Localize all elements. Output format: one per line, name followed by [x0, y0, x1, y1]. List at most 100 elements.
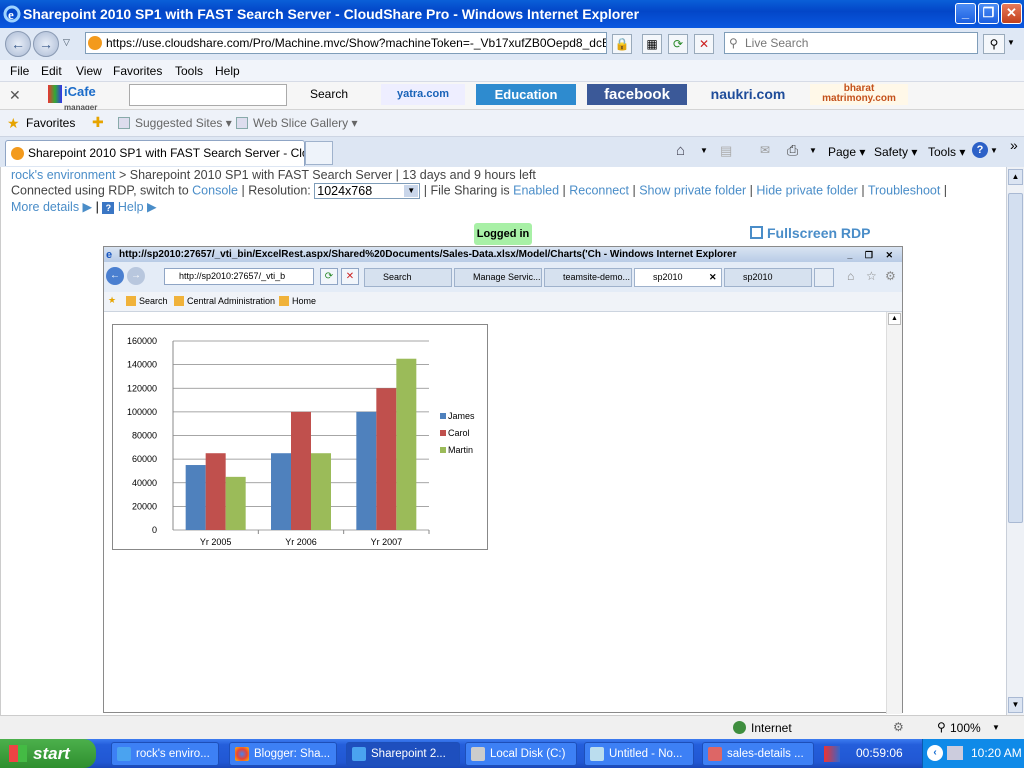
zoom-level[interactable]: 100%	[950, 721, 981, 735]
search-options-icon[interactable]: ▼	[1007, 38, 1015, 47]
reconnect-link[interactable]: Reconnect	[569, 183, 629, 197]
rdp-tab-search[interactable]: Search	[364, 268, 452, 287]
address-toolbar: ← → ▽ https://use.cloudshare.com/Pro/Mac…	[0, 28, 1024, 60]
rdp-fav-icon	[126, 296, 136, 306]
menu-view[interactable]: View	[76, 64, 102, 78]
rdp-window-controls[interactable]: _ ❐ ✕	[847, 248, 898, 263]
network-icon[interactable]	[947, 746, 963, 760]
search-go-icon[interactable]: ⚲	[983, 34, 1005, 54]
resolution-select[interactable]: 1024x768	[314, 183, 421, 199]
toolbar-search-button[interactable]: Search	[310, 87, 348, 101]
yatra-link[interactable]: yatra.com	[381, 84, 465, 105]
console-link[interactable]: Console	[192, 183, 238, 197]
page-menu[interactable]: Page ▾	[828, 145, 865, 159]
tab-active[interactable]: Sharepoint 2010 SP1 with FAST Search Ser…	[5, 140, 305, 166]
home-icon[interactable]: ⌂	[676, 142, 685, 159]
start-button[interactable]: start	[0, 739, 96, 768]
safety-menu[interactable]: Safety ▾	[874, 145, 917, 159]
rdp-fav-search[interactable]: Search	[139, 296, 168, 306]
task-sharepoint[interactable]: Sharepoint 2...	[346, 742, 460, 766]
more-commands-icon[interactable]: »	[1010, 137, 1018, 153]
bar-james	[356, 411, 377, 530]
address-input[interactable]: https://use.cloudshare.com/Pro/Machine.m…	[85, 32, 607, 54]
toolbar-close-icon[interactable]: ✕	[9, 87, 21, 104]
rdp-back-button[interactable]: ←	[106, 267, 124, 285]
help-icon[interactable]: ?	[972, 142, 988, 158]
tools-menu[interactable]: Tools ▾	[928, 145, 965, 159]
troubleshoot-link[interactable]: Troubleshoot	[868, 183, 941, 197]
menu-file[interactable]: File	[10, 64, 29, 78]
favorites-button[interactable]: Favorites	[26, 116, 75, 130]
suggested-sites-link[interactable]: Suggested Sites ▾	[135, 116, 232, 130]
education-link[interactable]: Education	[476, 84, 576, 105]
rdp-refresh-icon[interactable]: ⟳	[320, 268, 338, 285]
task-local-disk[interactable]: Local Disk (C:)	[465, 742, 577, 766]
help-link[interactable]: Help ▶	[118, 200, 157, 214]
recent-pages-icon[interactable]: ▽	[63, 37, 70, 48]
naukri-link[interactable]: naukri.com	[697, 84, 799, 105]
minimize-button[interactable]: _	[955, 3, 976, 24]
show-private-folder-link[interactable]: Show private folder	[639, 183, 746, 197]
rdp-tab-manage-services[interactable]: Manage Servic...	[454, 268, 542, 287]
task-sales-details[interactable]: sales-details ...	[702, 742, 814, 766]
add-favorite-icon[interactable]: ✚	[92, 114, 104, 131]
rdp-gear-icon[interactable]: ⚙	[885, 269, 896, 283]
rdp-address-input[interactable]: http://sp2010:27657/_vti_b	[164, 268, 314, 285]
lock-icon[interactable]: 🔒	[612, 34, 632, 54]
more-details-link[interactable]: More details ▶	[11, 200, 92, 214]
web-slice-gallery-link[interactable]: Web Slice Gallery ▾	[253, 116, 358, 130]
toolbar-search-input[interactable]	[129, 84, 287, 106]
back-button[interactable]: ←	[5, 31, 31, 57]
rdp-fav-icon	[279, 296, 289, 306]
menu-help[interactable]: Help	[215, 64, 240, 78]
menu-edit[interactable]: Edit	[41, 64, 62, 78]
protected-mode-icon[interactable]: ⚙	[893, 720, 904, 734]
vertical-scrollbar[interactable]: ▲ ▼	[1006, 167, 1024, 715]
rdp-favorites-icon[interactable]: ☆	[866, 269, 877, 283]
forward-button[interactable]: →	[33, 31, 59, 57]
rdp-stop-icon[interactable]: ✕	[341, 268, 359, 285]
facebook-link[interactable]: facebook	[587, 84, 687, 105]
file-sharing-enabled-link[interactable]: Enabled	[513, 183, 559, 197]
rdp-home-icon[interactable]: ⌂	[847, 269, 854, 283]
compat-view-icon[interactable]: ▦	[642, 34, 662, 54]
rdp-session-window[interactable]: e http://sp2010:27657/_vti_bin/ExcelRest…	[103, 246, 903, 714]
rdp-star-icon: ★	[108, 295, 117, 305]
home-dropdown-icon[interactable]: ▼	[700, 146, 708, 155]
hide-private-folder-link[interactable]: Hide private folder	[756, 183, 857, 197]
rdp-new-tab-button[interactable]	[814, 268, 834, 287]
legend-label: Carol	[448, 428, 470, 438]
quick-launch-icon[interactable]	[824, 746, 840, 762]
menu-tools[interactable]: Tools	[175, 64, 203, 78]
rdp-tab-teamsite[interactable]: teamsite-demo...	[544, 268, 632, 287]
rdp-forward-button[interactable]: →	[127, 267, 145, 285]
environment-link[interactable]: rock's environment	[11, 168, 116, 182]
mail-icon[interactable]: ✉	[760, 143, 770, 157]
refresh-icon[interactable]: ⟳	[668, 34, 688, 54]
rdp-fav-home[interactable]: Home	[292, 296, 316, 306]
title-bar: e Sharepoint 2010 SP1 with FAST Search S…	[0, 0, 1024, 28]
logged-in-badge: Logged in	[474, 223, 532, 245]
menu-favorites[interactable]: Favorites	[113, 64, 162, 78]
print-icon[interactable]: ⎙	[787, 142, 798, 159]
maximize-button[interactable]: ❐	[978, 3, 999, 24]
fullscreen-rdp-link[interactable]: Fullscreen RDP	[750, 225, 870, 241]
rdp-tab-close-icon[interactable]: ✕	[709, 272, 717, 283]
task-rocks-environment[interactable]: rock's enviro...	[111, 742, 219, 766]
feeds-icon[interactable]: ▤	[720, 143, 732, 159]
rdp-scrollbar[interactable]: ▲	[886, 312, 902, 714]
new-tab-button[interactable]	[305, 141, 333, 165]
rdp-tab-sp2010[interactable]: sp2010	[724, 268, 812, 287]
stop-icon[interactable]: ✕	[694, 34, 714, 54]
task-notepad[interactable]: Untitled - No...	[584, 742, 694, 766]
task-blogger[interactable]: Blogger: Sha...	[229, 742, 337, 766]
bharat-matrimony-link[interactable]: bharat matrimony.com	[810, 84, 908, 105]
close-button[interactable]: ✕	[1001, 3, 1022, 24]
zoom-dropdown-icon[interactable]: ▼	[992, 723, 1000, 732]
show-hidden-icons[interactable]: ‹	[927, 745, 943, 761]
help-dropdown-icon[interactable]: ▼	[990, 146, 998, 155]
live-search-input[interactable]: ⚲ Live Search	[724, 32, 978, 54]
icafe-link[interactable]: iCafe manager	[34, 85, 120, 112]
rdp-fav-central-admin[interactable]: Central Administration	[187, 296, 275, 306]
print-dropdown-icon[interactable]: ▼	[809, 146, 817, 155]
